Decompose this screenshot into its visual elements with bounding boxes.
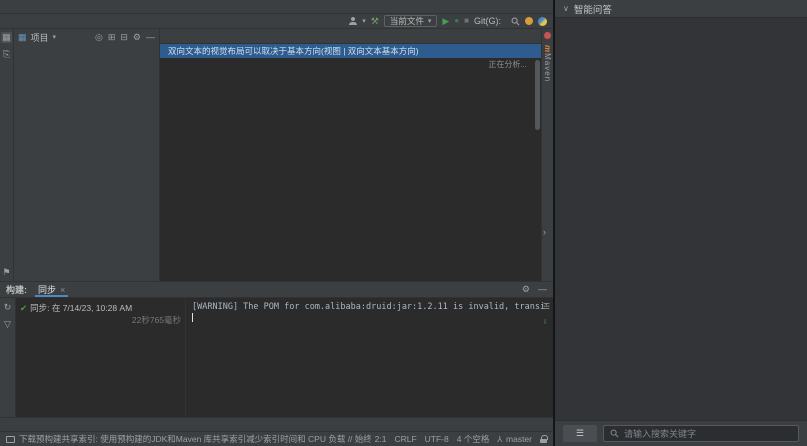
success-check-icon: ✔ bbox=[20, 303, 27, 314]
git-branch-widget[interactable]: Y master bbox=[497, 434, 532, 444]
main-toolbar: ▾ ⚒ 当前文件 ▾ ▶ ● ■ Git(G): bbox=[0, 14, 553, 29]
chevron-down-icon: ▾ bbox=[428, 17, 432, 25]
project-panel: ▦ 项目 ▾ ◎ ⊞ ⊟ ⚙ — bbox=[14, 29, 160, 281]
sync-status-text: 同步: 在 7/14/23, 10:28 AM bbox=[30, 302, 132, 314]
assistant-panel: ∨ 智能问答 ☰ 请输入搜索关键字 bbox=[553, 0, 807, 446]
hide-panel-icon[interactable]: — bbox=[538, 284, 547, 295]
lock-icon[interactable] bbox=[540, 435, 547, 443]
git-branch-icon: Y bbox=[497, 434, 503, 444]
gear-icon[interactable]: ⚙ bbox=[522, 284, 530, 295]
project-view-selector[interactable]: 项目 bbox=[31, 31, 49, 44]
sync-duration: 22秒765毫秒 bbox=[132, 314, 181, 326]
notifications-icon[interactable] bbox=[525, 17, 533, 25]
code-editor[interactable]: 正在分析... bbox=[160, 58, 541, 281]
close-icon[interactable]: × bbox=[60, 285, 65, 295]
right-tool-stripe: mMaven › bbox=[541, 29, 553, 281]
ide-settings-icon[interactable] bbox=[538, 17, 547, 26]
indent-setting[interactable]: 4 个空格 bbox=[457, 433, 490, 445]
banner-text: 双向文本的视觉布局可以取决于基本方向(视图 | 双向文本基本方向) bbox=[168, 45, 419, 57]
build-status-pane: ✔ 同步: 在 7/14/23, 10:28 AM 22秒765毫秒 bbox=[16, 298, 186, 417]
left-tool-stripe: ▦ ⎘ ⚑ bbox=[0, 29, 14, 281]
bookmarks-tool-icon[interactable]: ⚑ bbox=[2, 267, 10, 278]
notification-dot-icon[interactable] bbox=[544, 32, 551, 39]
editor-area: 双向文本的视觉布局可以取决于基本方向(视图 | 双向文本基本方向) 正在分析..… bbox=[160, 29, 541, 281]
analyzing-status: 正在分析... bbox=[488, 60, 527, 70]
project-view-icon: ▦ bbox=[18, 32, 27, 43]
build-tool-window: 构建: 同步 × ⚙ — ↻ ▽ ✔ 同步: 在 7/1 bbox=[0, 281, 553, 417]
soft-wrap-icon[interactable]: ☰ bbox=[543, 301, 550, 312]
stop-button[interactable]: ■ bbox=[464, 17, 469, 25]
maven-label: Maven bbox=[543, 53, 552, 82]
console-warning-line: [WARNING] The POM for com.alibaba:druid:… bbox=[192, 302, 547, 313]
debug-button[interactable]: ● bbox=[454, 17, 459, 25]
maven-tool-button[interactable]: mMaven bbox=[543, 45, 552, 82]
search-icon[interactable] bbox=[511, 17, 520, 26]
file-encoding[interactable]: UTF-8 bbox=[425, 434, 449, 444]
branch-name: master bbox=[506, 434, 532, 444]
sync-tab-label: 同步 bbox=[38, 283, 56, 296]
console-caret bbox=[192, 313, 193, 322]
assistant-search-row: ☰ 请输入搜索关键字 bbox=[555, 420, 807, 446]
collapse-all-icon[interactable]: ⊟ bbox=[120, 32, 128, 43]
tool-window-bar bbox=[0, 417, 553, 431]
editor-tabs bbox=[160, 29, 541, 44]
chevron-down-icon: ∨ bbox=[563, 4, 569, 13]
run-configuration-select[interactable]: 当前文件 ▾ bbox=[384, 15, 438, 27]
ide-window: ▾ ⚒ 当前文件 ▾ ▶ ● ■ Git(G): bbox=[0, 0, 553, 446]
build-toolbar: ↻ ▽ bbox=[0, 298, 16, 417]
collapse-right-icon[interactable]: › bbox=[543, 227, 546, 237]
assistant-quick-actions bbox=[555, 18, 807, 420]
assistant-header[interactable]: ∨ 智能问答 bbox=[555, 0, 807, 18]
line-separator[interactable]: CRLF bbox=[394, 434, 416, 444]
build-window-title: 构建: bbox=[6, 283, 27, 296]
expand-all-icon[interactable]: ⊞ bbox=[108, 32, 116, 43]
commit-tool-icon[interactable]: ⎘ bbox=[3, 49, 10, 60]
status-message[interactable]: 下载预构建共享索引: 使用预构建的JDK和Maven 库共享索引减少索引时间和 … bbox=[19, 433, 371, 445]
gear-icon[interactable]: ⚙ bbox=[133, 32, 141, 43]
project-tool-icon[interactable]: ▦ bbox=[1, 32, 12, 43]
search-icon bbox=[610, 429, 619, 438]
project-panel-header: ▦ 项目 ▾ ◎ ⊞ ⊟ ⚙ — bbox=[14, 29, 159, 45]
user-profile-icon[interactable] bbox=[349, 17, 357, 25]
build-hammer-icon[interactable]: ⚒ bbox=[371, 17, 379, 26]
search-placeholder: 请输入搜索关键字 bbox=[624, 427, 696, 440]
chevron-down-icon[interactable]: ▾ bbox=[362, 17, 366, 25]
run-configuration-label: 当前文件 bbox=[390, 15, 424, 27]
editor-scrollbar[interactable] bbox=[535, 58, 540, 281]
run-button[interactable]: ▶ bbox=[442, 17, 449, 26]
menu-button[interactable]: ☰ bbox=[563, 425, 597, 442]
event-log-icon[interactable] bbox=[6, 436, 15, 443]
vcs-widget-label[interactable]: Git(G): bbox=[474, 16, 501, 26]
build-console[interactable]: [WARNING] The POM for com.alibaba:druid:… bbox=[186, 298, 553, 417]
scroll-to-end-icon[interactable]: ⇩ bbox=[543, 316, 550, 327]
rerun-sync-icon[interactable]: ↻ bbox=[4, 302, 12, 313]
screen: ▾ ⚒ 当前文件 ▾ ▶ ● ■ Git(G): bbox=[0, 0, 807, 446]
assistant-title: 智能问答 bbox=[574, 2, 612, 16]
chevron-down-icon[interactable]: ▾ bbox=[53, 33, 57, 41]
menu-bar bbox=[0, 0, 553, 14]
tab-sync[interactable]: 同步 × bbox=[35, 282, 68, 297]
project-tree bbox=[14, 45, 159, 281]
status-bar: 下载预构建共享索引: 使用预构建的JDK和Maven 库共享索引减少索引时间和 … bbox=[0, 431, 553, 446]
caret-position[interactable]: 2:1 bbox=[375, 434, 387, 444]
locate-file-icon[interactable]: ◎ bbox=[95, 32, 103, 43]
search-input[interactable]: 请输入搜索关键字 bbox=[603, 425, 799, 442]
hide-panel-icon[interactable]: — bbox=[146, 32, 155, 43]
filter-icon[interactable]: ▽ bbox=[4, 319, 11, 330]
notification-banner: 双向文本的视觉布局可以取决于基本方向(视图 | 双向文本基本方向) bbox=[160, 44, 541, 58]
